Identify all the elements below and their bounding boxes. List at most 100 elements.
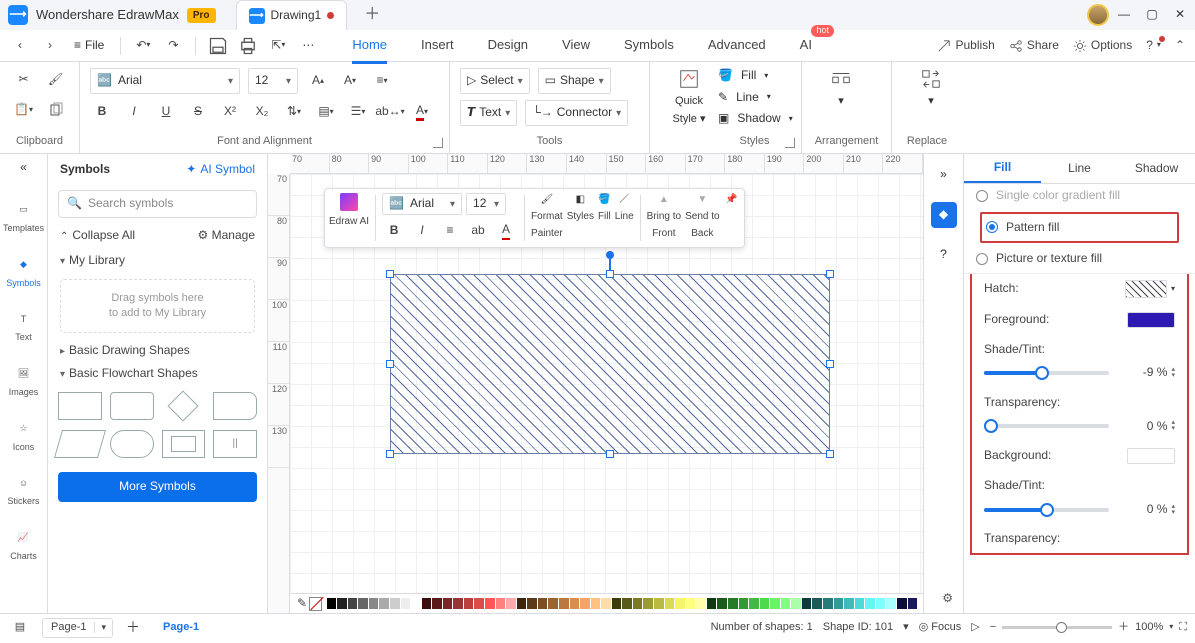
- leftstrip-charts[interactable]: 📈Charts: [0, 524, 47, 567]
- fill-button[interactable]: 🪣 Fill ▾: [718, 68, 791, 84]
- status-dropdown[interactable]: ▾: [903, 620, 909, 634]
- close-button[interactable]: ✕: [1173, 8, 1187, 22]
- rightstrip-style[interactable]: ◆: [931, 202, 957, 228]
- color-swatch[interactable]: [622, 598, 632, 609]
- bullets-button[interactable]: ▤▾: [314, 100, 338, 124]
- increase-font-button[interactable]: A▴: [306, 69, 330, 93]
- color-swatch[interactable]: [517, 598, 527, 609]
- format-painter-button[interactable]: 🖌: [44, 68, 68, 92]
- menu-insert[interactable]: Insert: [421, 31, 454, 60]
- fg-shade-slider[interactable]: [984, 371, 1109, 375]
- color-eyedropper[interactable]: ✎: [296, 592, 308, 614]
- color-swatch[interactable]: [791, 598, 801, 609]
- undo-button[interactable]: ↶▾: [133, 36, 153, 56]
- color-swatch[interactable]: [770, 598, 780, 609]
- color-swatch[interactable]: [612, 598, 622, 609]
- search-input[interactable]: 🔍 Search symbols: [58, 190, 257, 218]
- resize-handle[interactable]: [826, 270, 834, 278]
- cloud-button[interactable]: ⋯: [298, 36, 318, 56]
- ctx-size-select[interactable]: 12▾: [466, 193, 506, 215]
- shape-diamond[interactable]: [162, 392, 206, 420]
- color-swatch[interactable]: [760, 598, 770, 609]
- color-swatch[interactable]: [401, 598, 411, 609]
- subscript-button[interactable]: X₂: [250, 100, 274, 124]
- shape-predef[interactable]: [162, 430, 206, 458]
- foreground-color-swatch[interactable]: [1127, 312, 1175, 328]
- publish-button[interactable]: Publish: [937, 38, 994, 54]
- font-family-select[interactable]: 🔤 Arial▾: [90, 68, 240, 94]
- resize-handle[interactable]: [826, 450, 834, 458]
- cut-button[interactable]: ✂: [12, 68, 36, 92]
- line-button[interactable]: ✎ Line ▾: [718, 90, 791, 106]
- share-button[interactable]: Share: [1009, 38, 1059, 54]
- fg-trans-slider[interactable]: [984, 424, 1109, 428]
- presentation-button[interactable]: ▷: [971, 620, 979, 634]
- fg-trans-stepper[interactable]: ▴▾: [1171, 420, 1175, 432]
- color-swatch[interactable]: [707, 598, 717, 609]
- color-swatch[interactable]: [548, 598, 558, 609]
- color-swatch[interactable]: [876, 598, 886, 609]
- leftstrip-text[interactable]: TText: [0, 305, 47, 348]
- color-swatch[interactable]: [601, 598, 611, 609]
- connector-tool[interactable]: └→ Connector▾: [525, 100, 628, 126]
- color-swatch[interactable]: [348, 598, 358, 609]
- expand-right-button[interactable]: »: [931, 162, 957, 188]
- numbering-button[interactable]: ☰▾: [346, 100, 370, 124]
- color-swatch[interactable]: [379, 598, 389, 609]
- ctx-format-painter[interactable]: 🖌FormatPainter: [531, 193, 563, 240]
- resize-handle[interactable]: [386, 270, 394, 278]
- ctx-font-select[interactable]: 🔤 Arial▾: [382, 193, 462, 215]
- color-swatch[interactable]: [739, 598, 749, 609]
- document-tab[interactable]: ⟶ Drawing1: [236, 0, 348, 30]
- line-spacing-button[interactable]: ⇅▾: [282, 100, 306, 124]
- options-button[interactable]: Options: [1073, 38, 1132, 54]
- color-swatch[interactable]: [855, 598, 865, 609]
- color-swatch[interactable]: [728, 598, 738, 609]
- fill-opt-picture[interactable]: Picture or texture fill: [972, 245, 1187, 273]
- fill-opt-pattern[interactable]: Pattern fill: [982, 214, 1177, 242]
- zoom-in-button[interactable]: ＋: [1118, 620, 1129, 634]
- resize-handle[interactable]: [386, 450, 394, 458]
- ctx-line[interactable]: ／Line: [615, 193, 634, 223]
- rtab-shadow[interactable]: Shadow: [1118, 154, 1195, 183]
- color-swatch[interactable]: [411, 598, 421, 609]
- color-swatch[interactable]: [390, 598, 400, 609]
- ctx-send-back[interactable]: ▼Send toBack: [685, 193, 719, 240]
- ctx-bring-front[interactable]: ▲Bring toFront: [647, 193, 681, 240]
- shape-terminator[interactable]: [110, 430, 154, 458]
- color-swatch[interactable]: [474, 598, 484, 609]
- selected-shape[interactable]: [390, 274, 830, 454]
- resize-handle[interactable]: [606, 450, 614, 458]
- resize-handle[interactable]: [826, 360, 834, 368]
- leftstrip-stickers[interactable]: ☺Stickers: [0, 469, 47, 512]
- shape-rect[interactable]: [58, 392, 102, 420]
- export-button[interactable]: ⇱▾: [268, 36, 288, 56]
- mylibrary-dropzone[interactable]: Drag symbols hereto add to My Library: [60, 279, 255, 333]
- ctx-styles[interactable]: ◧Styles: [567, 193, 594, 223]
- color-swatch[interactable]: [496, 598, 506, 609]
- forward-button[interactable]: ›: [40, 36, 60, 56]
- arrangement-button[interactable]: ▾: [812, 68, 870, 108]
- color-swatch[interactable]: [897, 598, 907, 609]
- strikethrough-button[interactable]: S: [186, 100, 210, 124]
- color-swatch[interactable]: [749, 598, 759, 609]
- text-direction-button[interactable]: ab↔▾: [378, 100, 402, 124]
- fg-shade-stepper[interactable]: ▴▾: [1171, 367, 1175, 379]
- underline-button[interactable]: U: [154, 100, 178, 124]
- shape-tool[interactable]: ▭ Shape▾: [538, 68, 611, 94]
- zoom-slider[interactable]: [1002, 626, 1112, 629]
- color-swatch[interactable]: [844, 598, 854, 609]
- color-swatch[interactable]: [654, 598, 664, 609]
- color-swatch[interactable]: [327, 598, 337, 609]
- shadow-button[interactable]: ▣ Shadow ▾: [718, 111, 791, 127]
- pages-button[interactable]: ▤: [8, 616, 32, 640]
- rotate-handle[interactable]: [606, 251, 614, 259]
- color-swatch[interactable]: [591, 598, 601, 609]
- canvas[interactable]: 7080901001101201301401501601701801902002…: [268, 154, 923, 613]
- color-swatch[interactable]: [559, 598, 569, 609]
- section-mylibrary[interactable]: ▾My Library: [48, 249, 267, 273]
- ctx-fontcolor[interactable]: A: [494, 219, 518, 243]
- save-button[interactable]: [208, 36, 228, 56]
- menu-ai[interactable]: AIhot: [800, 31, 812, 60]
- leftstrip-images[interactable]: 🖼Images: [0, 360, 47, 403]
